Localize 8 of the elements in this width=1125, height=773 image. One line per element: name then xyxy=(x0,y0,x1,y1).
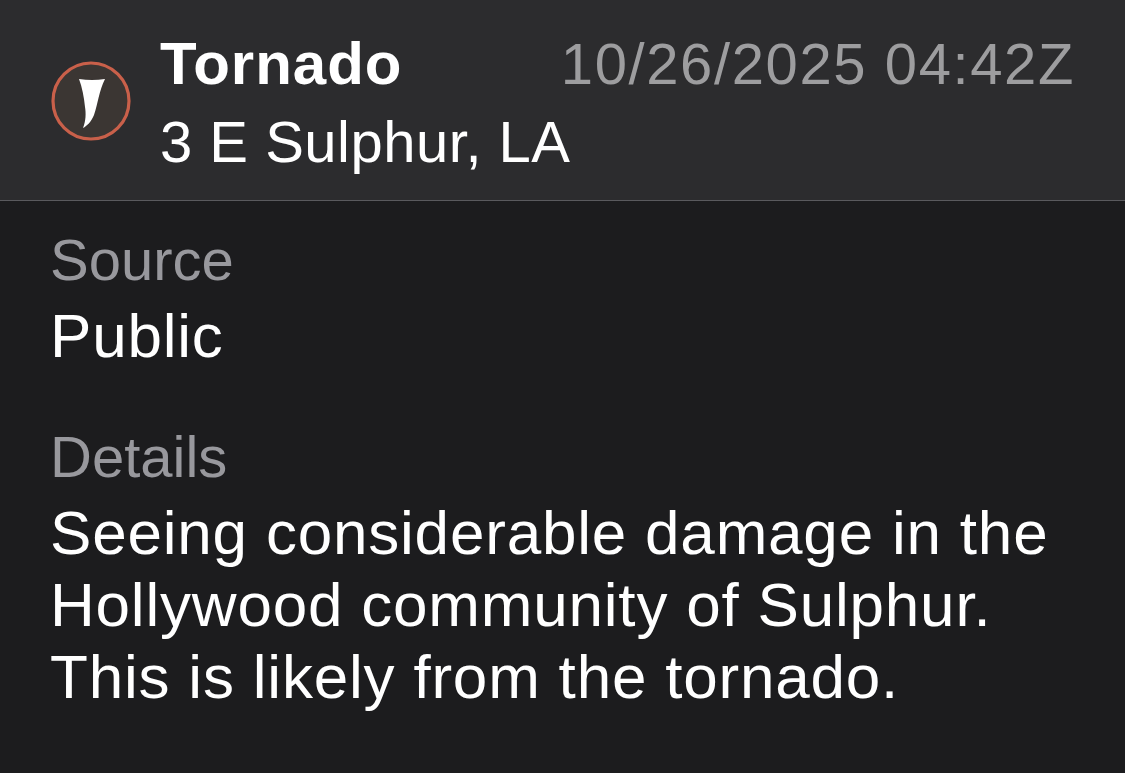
event-title: Tornado xyxy=(160,29,403,99)
tornado-icon xyxy=(51,61,131,141)
field-value: Public xyxy=(50,300,225,372)
field-value: Seeing considerable damage in the Hollywood community of Sulphur. This is likely from the tornado. xyxy=(50,497,1050,713)
timestamp: 10/26/2025 04:42Z xyxy=(560,30,1075,98)
location-text: 3 E Sulphur, LA xyxy=(160,108,572,176)
field-label: Source xyxy=(50,226,234,294)
field-label: Details xyxy=(50,423,228,491)
